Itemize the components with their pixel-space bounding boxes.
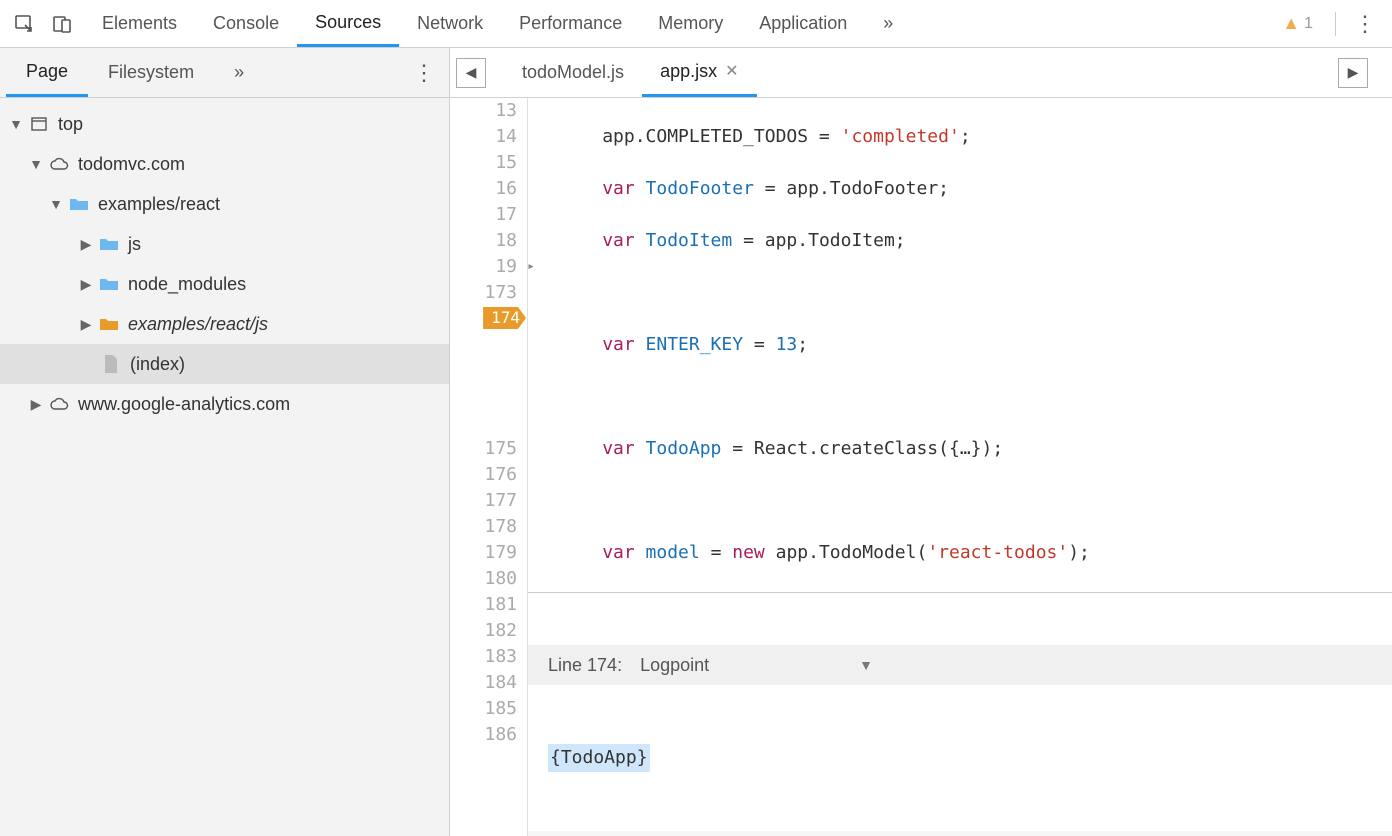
logpoint-footer	[528, 831, 1392, 836]
line-number[interactable]: 183	[450, 644, 517, 670]
chevron-right-icon: ▶	[78, 236, 94, 253]
tree-node-top[interactable]: ▼ top	[0, 104, 449, 144]
tab-console[interactable]: Console	[195, 0, 297, 47]
settings-menu-icon[interactable]: ⋮	[1346, 11, 1384, 37]
line-gutter[interactable]: 13 14 15 16 17 18 19 173 174 175 176 177…	[450, 98, 528, 836]
tree-node-domain[interactable]: ▶ www.google-analytics.com	[0, 384, 449, 424]
line-number[interactable]: 180	[450, 566, 517, 592]
line-number[interactable]: 184	[450, 670, 517, 696]
tab-application[interactable]: Application	[741, 0, 865, 47]
tree-node-folder[interactable]: ▶ node_modules	[0, 264, 449, 304]
warnings-indicator[interactable]: ▲ 1	[1282, 13, 1313, 34]
line-number[interactable]: 14	[450, 124, 517, 150]
window-icon	[28, 113, 50, 135]
tab-performance[interactable]: Performance	[501, 0, 640, 47]
editor-panel: ◀ todoModel.js app.jsx ✕ ▶ 13 14 15 16 1…	[450, 48, 1392, 836]
devtools-tabbar: Elements Console Sources Network Perform…	[0, 0, 1392, 48]
line-number[interactable]: 185	[450, 696, 517, 722]
divider	[1335, 12, 1336, 36]
folder-icon	[98, 273, 120, 295]
line-number[interactable]: 186	[450, 722, 517, 748]
tab-sources[interactable]: Sources	[297, 0, 399, 47]
editor-tab-label: app.jsx	[660, 61, 717, 82]
tree-label: top	[58, 114, 83, 135]
code-editor[interactable]: 13 14 15 16 17 18 19 173 174 175 176 177…	[450, 98, 1392, 836]
editor-tabbar: ◀ todoModel.js app.jsx ✕ ▶	[450, 48, 1392, 98]
inspect-icon[interactable]	[8, 8, 40, 40]
close-icon[interactable]: ✕	[725, 61, 738, 81]
logpoint-header: Line 174: Logpoint ▼	[528, 645, 1392, 685]
sidebar-tabs: Page Filesystem » ⋮	[0, 48, 449, 98]
line-number[interactable]: 182	[450, 618, 517, 644]
cloud-icon	[48, 153, 70, 175]
folder-icon	[98, 313, 120, 335]
line-number[interactable]: 16	[450, 176, 517, 202]
chevron-down-icon[interactable]: ▼	[859, 652, 873, 678]
sidebar-tab-filesystem[interactable]: Filesystem	[88, 48, 214, 97]
chevron-right-icon: ▶	[28, 396, 44, 413]
nav-forward-icon[interactable]: ▶	[1338, 58, 1368, 88]
sidebar-menu-icon[interactable]: ⋮	[405, 60, 443, 86]
chevron-down-icon: ▼	[28, 156, 44, 172]
cloud-icon	[48, 393, 70, 415]
editor-tab[interactable]: app.jsx ✕	[642, 48, 756, 97]
sidebar-tabs-overflow[interactable]: »	[214, 48, 264, 97]
device-toolbar-icon[interactable]	[46, 8, 78, 40]
tree-label: examples/react	[98, 194, 220, 215]
tree-node-folder[interactable]: ▶ js	[0, 224, 449, 264]
line-number[interactable]: 175	[450, 436, 517, 462]
logpoint-marker[interactable]: 174	[450, 306, 517, 332]
line-number[interactable]: 177	[450, 488, 517, 514]
logpoint-type-select[interactable]: Logpoint	[640, 652, 709, 678]
line-number[interactable]: 176	[450, 462, 517, 488]
line-number[interactable]: 17	[450, 202, 517, 228]
warning-count: 1	[1304, 15, 1313, 33]
tree-label: www.google-analytics.com	[78, 394, 290, 415]
tree-node-folder[interactable]: ▼ examples/react	[0, 184, 449, 224]
line-number[interactable]: 178	[450, 514, 517, 540]
logpoint-line-label: Line 174:	[548, 652, 622, 678]
code-content[interactable]: app.COMPLETED_TODOS = 'completed'; var T…	[528, 98, 1392, 836]
line-number[interactable]: 19	[450, 254, 517, 280]
folder-icon	[98, 233, 120, 255]
tabs-overflow[interactable]: »	[865, 0, 911, 47]
sources-sidebar: Page Filesystem » ⋮ ▼ top ▼ todomvc.com	[0, 48, 450, 836]
line-number[interactable]: 181	[450, 592, 517, 618]
chevron-down-icon: ▼	[48, 196, 64, 212]
nav-back-icon[interactable]: ◀	[456, 58, 486, 88]
tree-label: js	[128, 234, 141, 255]
tab-elements[interactable]: Elements	[84, 0, 195, 47]
folder-icon	[68, 193, 90, 215]
logpoint-editor[interactable]: Line 174: Logpoint ▼ {TodoApp}	[528, 592, 1392, 836]
line-number[interactable]: 13	[450, 98, 517, 124]
line-number[interactable]: 173	[450, 280, 517, 306]
line-number[interactable]: 15	[450, 150, 517, 176]
tree-label: (index)	[130, 354, 185, 375]
tab-memory[interactable]: Memory	[640, 0, 741, 47]
tree-label: node_modules	[128, 274, 246, 295]
tree-node-domain[interactable]: ▼ todomvc.com	[0, 144, 449, 184]
sidebar-tab-page[interactable]: Page	[6, 48, 88, 97]
tab-network[interactable]: Network	[399, 0, 501, 47]
chevron-right-icon: ▶	[78, 276, 94, 293]
chevron-down-icon: ▼	[8, 116, 24, 132]
logpoint-input[interactable]: {TodoApp}	[528, 737, 1392, 779]
tree-label: todomvc.com	[78, 154, 185, 175]
file-tree: ▼ top ▼ todomvc.com ▼ examples/react	[0, 98, 449, 836]
chevron-right-icon: ▶	[78, 316, 94, 333]
tree-label: examples/react/js	[128, 314, 268, 335]
tree-node-folder[interactable]: ▶ examples/react/js	[0, 304, 449, 344]
editor-tab[interactable]: todoModel.js	[504, 48, 642, 97]
tree-node-file[interactable]: (index)	[0, 344, 449, 384]
line-number[interactable]: 18	[450, 228, 517, 254]
file-icon	[100, 353, 122, 375]
warning-icon: ▲	[1282, 13, 1300, 34]
line-number[interactable]: 179	[450, 540, 517, 566]
